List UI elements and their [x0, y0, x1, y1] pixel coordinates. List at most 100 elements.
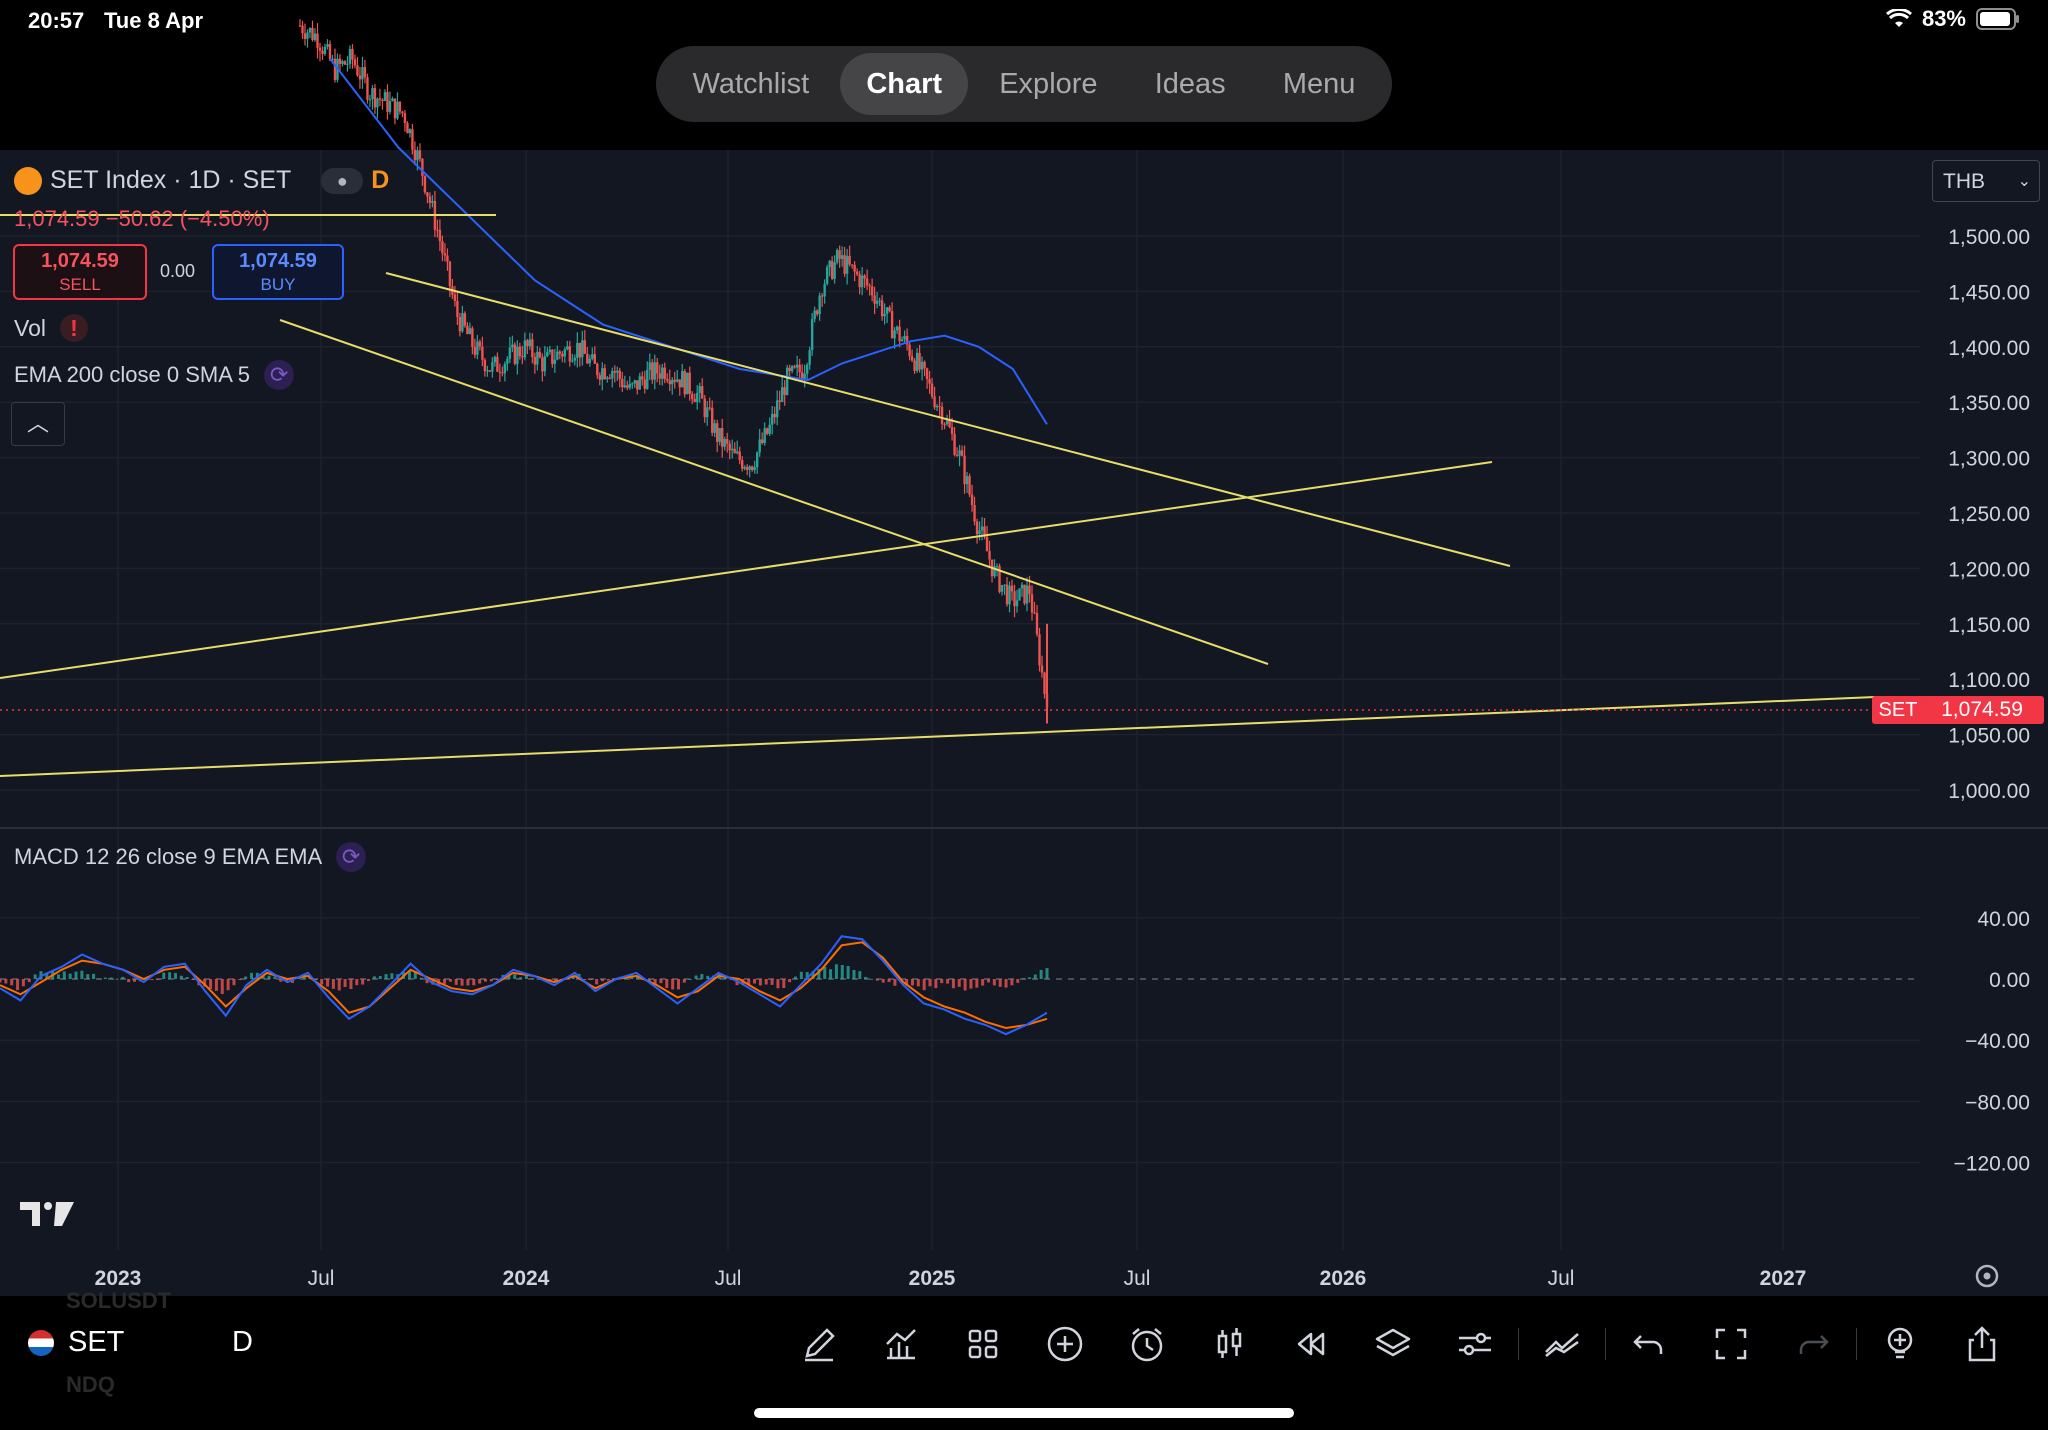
trendline-upper-channel[interactable] — [385, 272, 1511, 567]
collapse-legend-button[interactable]: ︿ — [11, 402, 65, 446]
fullscreen-button[interactable] — [1690, 1318, 1772, 1370]
macd-histogram-bar — [21, 979, 25, 987]
candle-body — [453, 294, 457, 301]
macd-histogram-bar — [793, 976, 797, 979]
trendline-lower-channel[interactable] — [279, 319, 1269, 665]
candle-body — [658, 373, 661, 379]
candle-body — [586, 353, 589, 364]
macd-histogram-bar — [0, 979, 2, 983]
macd-histogram-bar — [489, 979, 493, 982]
candle-body — [933, 396, 936, 408]
indicators-button[interactable] — [860, 1318, 942, 1370]
candle-body — [471, 328, 474, 347]
macd-histogram-bar — [331, 979, 335, 989]
time-tick-label: Jul — [1124, 1267, 1151, 1290]
candle-body — [898, 326, 901, 342]
candle-body — [1010, 585, 1014, 592]
candle-body — [1000, 585, 1004, 592]
settings-gear-icon[interactable] — [1975, 1264, 1999, 1288]
time-axis[interactable]: 2023 Jul 2024 Jul 2025 Jul 2026 Jul 2027 — [95, 1267, 1807, 1290]
sell-label: SELL — [59, 275, 101, 294]
compare-button[interactable] — [1521, 1318, 1603, 1370]
templates-button[interactable] — [942, 1318, 1024, 1370]
trendline-rising[interactable] — [0, 461, 1493, 679]
macd-axis[interactable]: 40.00 0.00 −40.00 −80.00 −120.00 — [1954, 908, 2031, 1176]
macd-histogram-bar — [478, 979, 482, 984]
candlestick-icon — [1217, 1328, 1242, 1358]
add-button[interactable] — [1024, 1318, 1106, 1370]
macd-histogram-bar — [764, 979, 768, 985]
chart-svg[interactable]: 1,500.00 1,450.00 1,400.00 1,350.00 1,300.00… — [0, 0, 2048, 1300]
candle-body — [513, 344, 517, 364]
time-tick-label: Jul — [1548, 1267, 1575, 1290]
sell-button[interactable]: 1,074.59 SELL — [13, 244, 147, 300]
interval-button[interactable]: D — [232, 1326, 253, 1359]
settings-button[interactable] — [1434, 1318, 1516, 1370]
macd-histogram-bar — [688, 978, 692, 980]
candle-body — [308, 28, 312, 33]
candle-body — [448, 261, 452, 287]
symbol-legend[interactable]: SET Index · 1D · SET ● D — [14, 166, 389, 195]
candle-body — [646, 369, 649, 389]
candle-body — [773, 413, 776, 418]
vol-indicator[interactable]: Vol ! — [14, 314, 88, 342]
candle-body — [363, 67, 367, 78]
candle-body — [361, 67, 364, 80]
ideas-button[interactable] — [1859, 1318, 1941, 1370]
candle-body — [373, 88, 377, 108]
macd-histogram-bar — [922, 979, 926, 991]
candle-body — [790, 366, 794, 371]
chart-bars-icon — [886, 1329, 916, 1360]
macd-histogram-bar — [384, 974, 388, 979]
candle-body — [930, 383, 934, 397]
candle-body — [958, 450, 961, 456]
plus-circle-icon — [1047, 1326, 1083, 1362]
undo-button[interactable] — [1608, 1318, 1690, 1370]
candle-body — [298, 25, 302, 27]
candle-body — [518, 346, 522, 357]
chart-type-button[interactable] — [1188, 1318, 1270, 1370]
candle-body — [628, 383, 631, 388]
layers-button[interactable] — [1352, 1318, 1434, 1370]
symbol-search-button[interactable]: SET — [28, 1326, 124, 1359]
last-price-symbol: SET — [1872, 696, 1924, 724]
interval-badge: D — [371, 166, 390, 194]
alert-button[interactable] — [1106, 1318, 1188, 1370]
candle-body — [458, 316, 462, 332]
ema-indicator[interactable]: EMA 200 close 0 SMA 5 ⟳ — [14, 360, 295, 390]
candle-body — [371, 88, 374, 100]
macd-histogram-bar — [758, 979, 762, 986]
candle-body — [528, 339, 532, 347]
candle-body — [418, 150, 422, 159]
currency-select[interactable]: THB ⌄ — [1932, 160, 2040, 202]
candle-body — [1030, 594, 1034, 613]
candle-body — [823, 283, 826, 297]
candle-body — [1040, 665, 1044, 673]
macd-histogram-bar — [162, 972, 166, 979]
warning-icon[interactable]: ! — [59, 314, 88, 342]
candle-body — [346, 63, 349, 65]
macd-histogram-bar — [366, 979, 370, 982]
draw-pencil-button[interactable] — [778, 1318, 860, 1370]
visibility-toggle-icon[interactable]: ● — [321, 167, 364, 194]
redo-button[interactable] — [1772, 1318, 1854, 1370]
trendline-long-support[interactable] — [0, 696, 1876, 777]
candle-body — [858, 274, 861, 288]
candle-body — [573, 357, 577, 361]
candle-body — [368, 99, 372, 101]
candle-body — [641, 376, 644, 380]
buy-button[interactable]: 1,074.59 BUY — [212, 244, 344, 300]
candle-body — [508, 347, 512, 359]
replay-button[interactable] — [1270, 1318, 1352, 1370]
candle-body — [481, 346, 484, 360]
share-button[interactable] — [1941, 1318, 2023, 1370]
signal-line — [0, 941, 1048, 1030]
macd-histogram-bar — [1022, 978, 1026, 980]
macd-histogram-bar — [80, 970, 84, 979]
candle-body — [603, 368, 606, 379]
macd-histogram-bar — [677, 979, 681, 990]
candle-body — [406, 122, 409, 134]
macd-histogram-bar — [191, 979, 195, 980]
macd-indicator[interactable]: MACD 12 26 close 9 EMA EMA ⟳ — [14, 842, 367, 872]
candle-body — [875, 301, 879, 304]
